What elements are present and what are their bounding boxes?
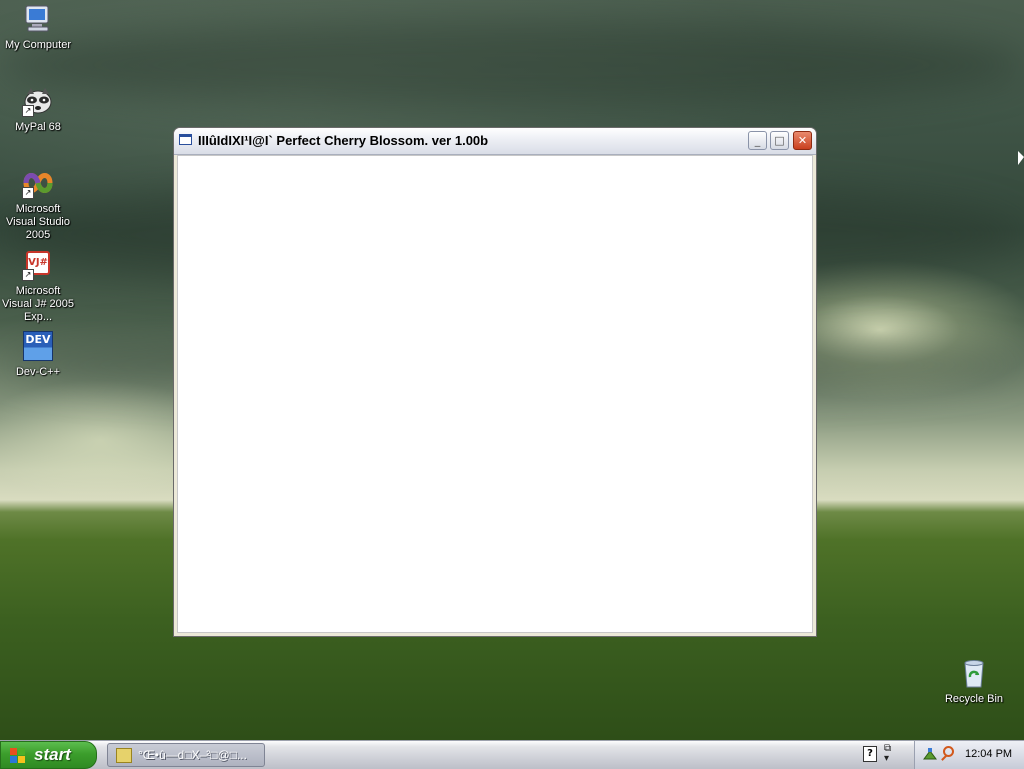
window-app-icon[interactable] [179,134,192,145]
clock[interactable]: 12:04 PM [965,748,1012,760]
desktop-icon-my-computer[interactable]: My Computer [0,3,76,52]
desktop-icon-mypal[interactable]: ↗ MyPal 68 [0,85,76,134]
window-titlebar[interactable]: IIIûIdIXI¹I@I` Perfect Cherry Blossom. v… [174,128,816,155]
mouse-cursor-icon [1018,151,1024,165]
wallpaper-cloud [0,20,1024,110]
restore-icon[interactable]: ⧉ ▾ [884,744,891,764]
mypal-raccoon-icon: ↗ [22,85,54,117]
shortcut-arrow-icon: ↗ [22,105,34,117]
taskbar-window-label: °Œ•û—d□X–²□@□... [138,748,247,762]
recycle-bin-icon [958,657,990,689]
desktop-icon-label: Dev-C++ [15,366,61,378]
maximize-button[interactable]: □ [770,131,789,150]
system-tray: 12:04 PM [914,741,1024,769]
window-client-area[interactable] [177,155,813,633]
desktop-icon-label: Microsoft Visual Studio 2005 [5,203,70,241]
desktop-icon-visual-jsharp[interactable]: VJ# ↗ Microsoft Visual J# 2005 Exp... [0,249,76,324]
close-button[interactable]: ✕ [793,131,812,150]
my-computer-icon [22,3,54,35]
dev-badge: DEV [23,331,53,361]
desktop-icon-recycle-bin[interactable]: Recycle Bin [936,657,1012,706]
desktop-icon-label: Microsoft Visual J# 2005 Exp... [2,285,74,323]
desktop-icon-dev-cpp[interactable]: DEV Dev-C++ [0,330,76,379]
shortcut-arrow-icon: ↗ [22,187,34,199]
taskbar: start °Œ•û—d□X–²□@□... ? ⧉ ▾ 12:04 PM [0,740,1024,769]
visual-studio-icon: ↗ [22,167,54,199]
help-icon[interactable]: ? [863,746,877,762]
app-window: IIIûIdIXI¹I@I` Perfect Cherry Blossom. v… [173,127,817,637]
visual-jsharp-icon: VJ# ↗ [22,249,54,281]
minimize-button[interactable]: _ [748,131,767,150]
desktop-icon-visual-studio[interactable]: ↗ Microsoft Visual Studio 2005 [0,167,76,242]
network-icon[interactable] [923,747,937,761]
windows-flag-icon [10,748,26,764]
desktop-icon-label: My Computer [4,39,72,51]
desktop-icon-label: MyPal 68 [15,121,61,133]
taskbar-window-button[interactable]: °Œ•û—d□X–²□@□... [107,743,265,767]
start-label: start [34,745,71,764]
dev-cpp-icon: DEV [22,330,54,362]
desktop-icon-label: Recycle Bin [944,693,1004,705]
start-button[interactable]: start [0,741,97,769]
shortcut-arrow-icon: ↗ [22,269,34,281]
window-title: IIIûIdIXI¹I@I` Perfect Cherry Blossom. v… [198,133,489,148]
task-app-icon [116,748,132,763]
search-icon-handle [941,755,947,761]
